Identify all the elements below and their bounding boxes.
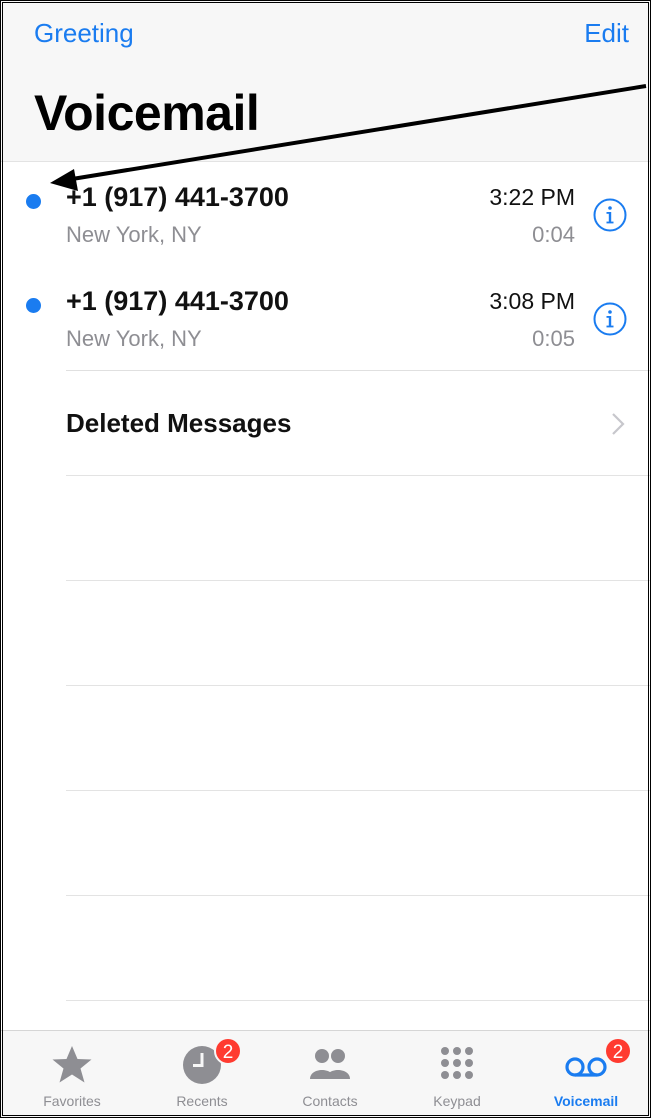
voicemail-caller-number: +1 (917) 441-3700 xyxy=(66,182,289,212)
deleted-messages-label: Deleted Messages xyxy=(66,408,292,438)
info-icon[interactable] xyxy=(593,302,627,336)
list-divider xyxy=(66,475,651,476)
tab-label: Recents xyxy=(176,1093,228,1109)
tab-recents[interactable]: 2 Recents xyxy=(142,1031,262,1118)
tab-contacts[interactable]: Contacts xyxy=(270,1031,390,1118)
tab-label: Contacts xyxy=(302,1093,358,1109)
tab-favorites[interactable]: Favorites xyxy=(12,1031,132,1118)
unread-dot-icon xyxy=(26,298,41,313)
info-icon[interactable] xyxy=(593,198,627,232)
list-divider xyxy=(66,1000,651,1001)
voicemail-row[interactable]: +1 (917) 441-3700 New York, NY 3:22 PM 0… xyxy=(0,162,651,266)
voicemail-badge: 2 xyxy=(604,1037,632,1065)
deleted-messages-row[interactable]: Deleted Messages xyxy=(0,370,651,476)
contacts-icon xyxy=(310,1049,350,1079)
greeting-button[interactable]: Greeting xyxy=(34,18,134,49)
tab-label: Favorites xyxy=(43,1093,101,1109)
voicemail-time: 3:22 PM xyxy=(489,184,575,210)
keypad-icon xyxy=(441,1047,473,1079)
voicemail-row[interactable]: +1 (917) 441-3700 New York, NY 3:08 PM 0… xyxy=(0,266,651,370)
tab-label: Keypad xyxy=(433,1093,481,1109)
tab-bar: Favorites 2 Recents Contacts Keypad 2 Vo… xyxy=(0,1030,651,1118)
voicemail-duration: 0:04 xyxy=(532,222,575,247)
chevron-right-icon xyxy=(612,413,625,435)
list-divider xyxy=(66,790,651,791)
edit-button[interactable]: Edit xyxy=(584,18,629,49)
tab-keypad[interactable]: Keypad xyxy=(397,1031,517,1118)
list-divider xyxy=(66,685,651,686)
list-divider xyxy=(66,895,651,896)
voicemail-icon xyxy=(565,1057,607,1077)
navigation-header: Greeting Edit Voicemail xyxy=(0,0,651,162)
list-divider xyxy=(66,580,651,581)
voicemail-caller-number: +1 (917) 441-3700 xyxy=(66,286,289,316)
voicemail-caller-location: New York, NY xyxy=(66,222,202,247)
page-title: Voicemail xyxy=(34,85,260,141)
star-icon xyxy=(52,1046,92,1083)
voicemail-time: 3:08 PM xyxy=(489,288,575,314)
recents-badge: 2 xyxy=(214,1037,242,1065)
tab-voicemail[interactable]: 2 Voicemail xyxy=(526,1031,646,1118)
tab-label: Voicemail xyxy=(553,1093,619,1109)
unread-dot-icon xyxy=(26,194,41,209)
voicemail-duration: 0:05 xyxy=(532,326,575,351)
voicemail-caller-location: New York, NY xyxy=(66,326,202,351)
